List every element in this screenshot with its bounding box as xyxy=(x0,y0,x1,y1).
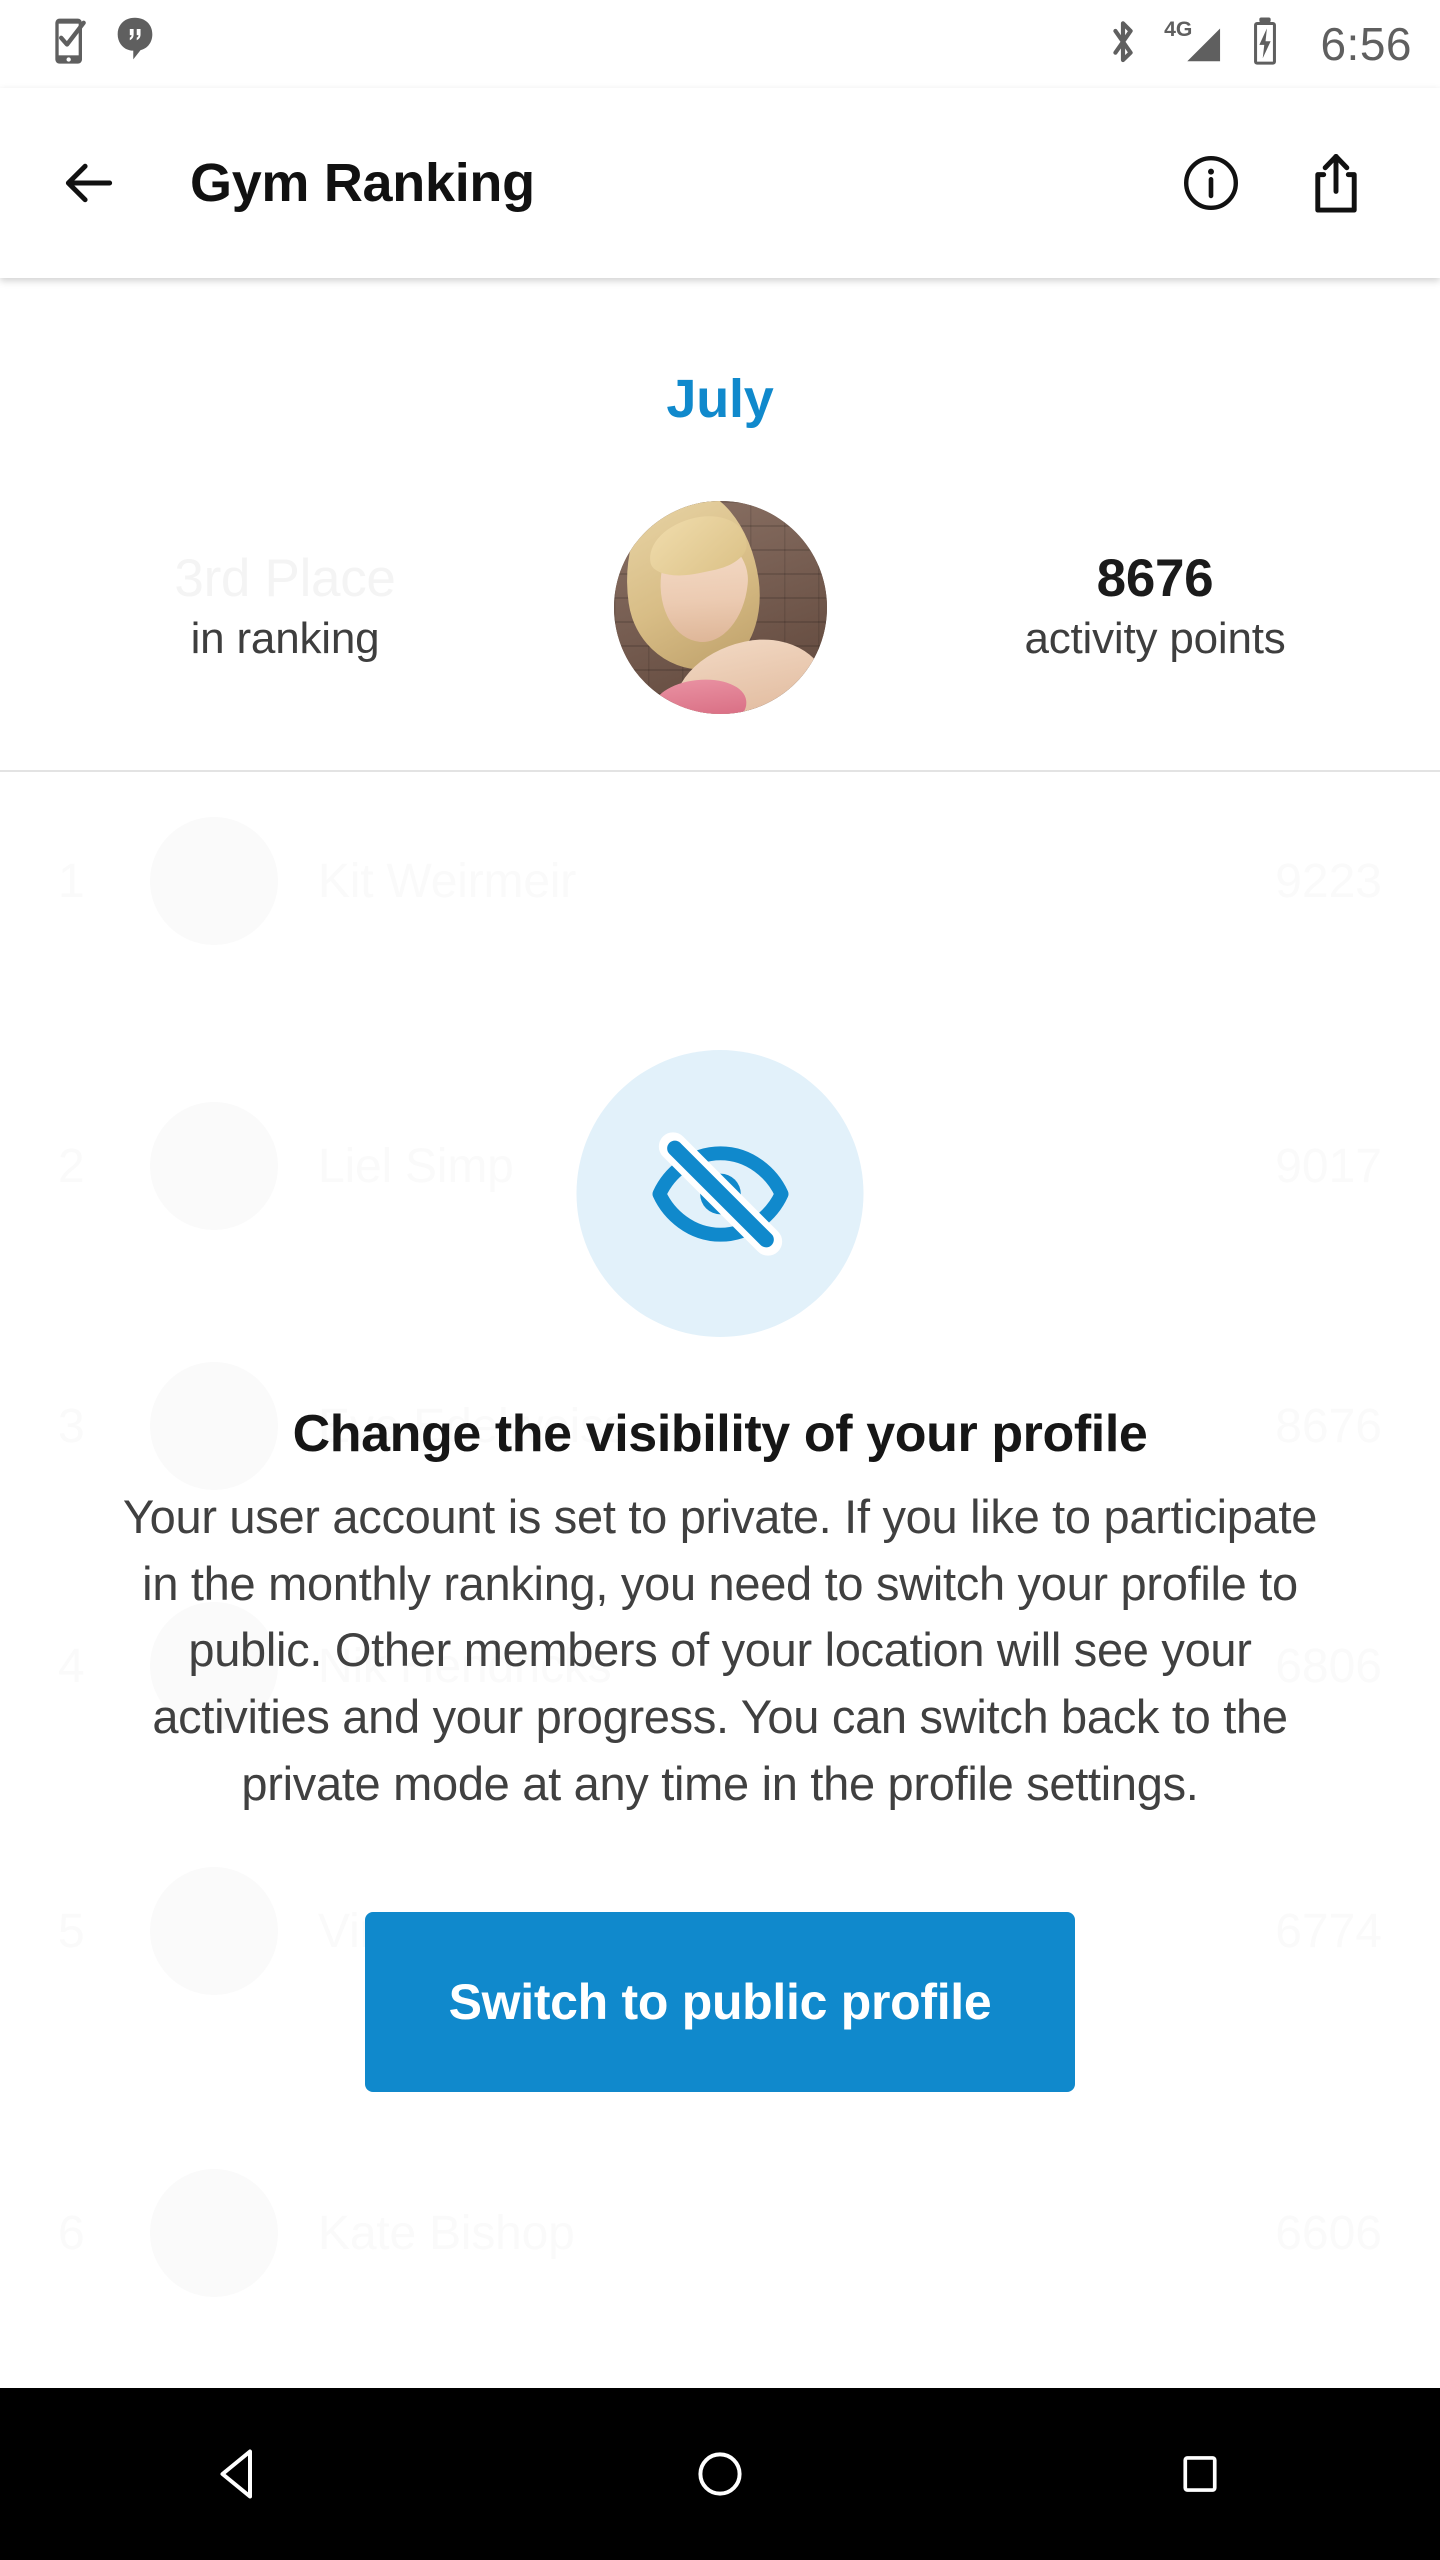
status-bar-right-icons: 4G 6:56 xyxy=(1104,15,1412,74)
status-bar: 4G 6:56 xyxy=(0,0,1440,88)
avatar xyxy=(613,501,827,714)
rank-name: Eva Edelweiss xyxy=(318,1399,628,1453)
table-row[interactable]: 6 Kate Bishop 6606 xyxy=(0,2124,1440,2342)
rank-points: 9223 xyxy=(1275,854,1382,908)
hangouts-icon xyxy=(114,16,156,73)
page-title: Gym Ranking xyxy=(190,153,535,213)
ranking-summary-card: July 3rd Place in ranking 8676 activity … xyxy=(0,278,1440,772)
app-bar: Gym Ranking xyxy=(0,88,1440,278)
place-label: in ranking xyxy=(190,614,380,664)
points-value: 8676 xyxy=(1096,548,1214,608)
avatar-column xyxy=(570,501,870,714)
bluetooth-icon xyxy=(1104,15,1142,74)
rank-avatar xyxy=(150,1362,278,1490)
place-column: 3rd Place in ranking xyxy=(0,548,570,668)
rank-avatar xyxy=(150,1867,278,1995)
rank-points: 6606 xyxy=(1275,2206,1382,2260)
switch-to-public-profile-button[interactable]: Switch to public profile xyxy=(365,1912,1075,2092)
rank-number: 2 xyxy=(58,1139,85,1193)
rank-avatar xyxy=(150,1102,278,1230)
rank-name: Kit Weirmeir xyxy=(318,854,577,908)
table-row[interactable]: 4 Nik Hendricks 6806 xyxy=(0,1557,1440,1775)
rank-name: Nik Hendricks xyxy=(318,1639,612,1693)
rank-name: Kate Bishop xyxy=(318,2206,575,2260)
points-column: 8676 activity points xyxy=(870,548,1440,668)
status-bar-clock: 6:56 xyxy=(1320,18,1412,70)
rank-number: 6 xyxy=(58,2206,85,2260)
month-label: July xyxy=(666,369,774,429)
table-row[interactable]: 1 Kit Weirmeir 9223 xyxy=(0,772,1440,990)
rank-name: Liel Simp xyxy=(318,1139,514,1193)
summary-row: 3rd Place in ranking 8676 activity point… xyxy=(0,500,1440,715)
rank-avatar xyxy=(150,2169,278,2297)
rank-points: 9017 xyxy=(1275,1139,1382,1193)
points-label: activity points xyxy=(1024,614,1286,664)
nav-home-icon[interactable] xyxy=(630,2388,810,2560)
signal-4g-icon: 4G xyxy=(1164,15,1226,74)
info-icon[interactable] xyxy=(1180,152,1242,214)
table-row[interactable]: 2 Liel Simp 9017 xyxy=(0,1057,1440,1275)
nav-back-icon[interactable] xyxy=(150,2388,330,2560)
rank-avatar xyxy=(150,1602,278,1730)
rank-number: 1 xyxy=(58,854,85,908)
back-arrow-icon[interactable] xyxy=(58,152,120,214)
share-icon[interactable] xyxy=(1306,151,1366,215)
table-row[interactable]: 3 Eva Edelweiss 8676 xyxy=(0,1317,1440,1535)
app-bar-actions xyxy=(1180,151,1400,215)
rank-number: 5 xyxy=(58,1904,85,1958)
svg-text:4G: 4G xyxy=(1165,18,1193,41)
sms-check-icon xyxy=(52,16,92,73)
phone-screen: 4G 6:56 Gym Ranking July 3rd Place in ra… xyxy=(0,0,1440,2560)
rank-points: 6774 xyxy=(1275,1904,1382,1958)
rank-points: 8676 xyxy=(1275,1399,1382,1453)
android-navigation-bar xyxy=(0,2388,1440,2560)
rank-number: 4 xyxy=(58,1639,85,1693)
rank-points: 6806 xyxy=(1275,1639,1382,1693)
rank-number: 3 xyxy=(58,1399,85,1453)
status-bar-left-icons xyxy=(52,16,156,73)
nav-recents-icon[interactable] xyxy=(1110,2388,1290,2560)
battery-charging-icon xyxy=(1248,15,1282,74)
rank-avatar xyxy=(150,817,278,945)
place-value: 3rd Place xyxy=(174,548,396,608)
ranking-list: 1 Kit Weirmeir 9223 2 Liel Simp 9017 3 E… xyxy=(0,772,1440,2388)
